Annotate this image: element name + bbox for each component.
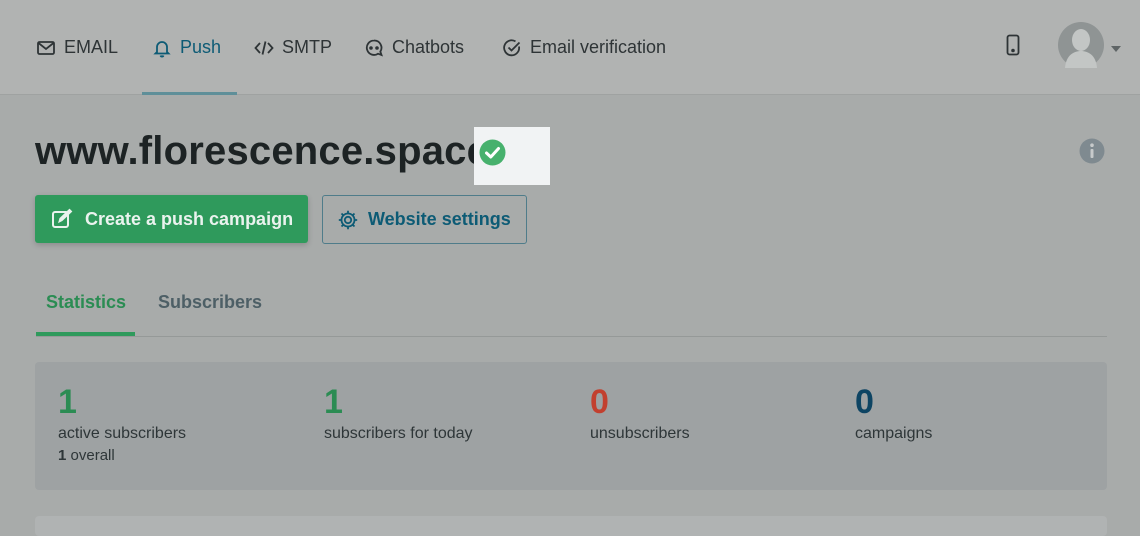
statistics-panel: 1 active subscribers 1 overall 1 subscri… — [35, 362, 1107, 490]
stat-label: subscribers for today — [324, 425, 473, 442]
stat-value: 1 — [324, 383, 343, 421]
info-icon[interactable] — [1079, 138, 1105, 164]
nav-item-label: Email verification — [530, 37, 667, 57]
active-nav-indicator — [142, 92, 237, 95]
nav-item-chatbots[interactable]: Chatbots — [364, 0, 464, 95]
content-card — [35, 516, 1107, 536]
stat-overall: 1 overall — [58, 445, 186, 467]
overall-count: 1 — [58, 447, 67, 464]
edit-icon — [52, 208, 73, 228]
check-circle-icon — [503, 38, 521, 56]
create-push-campaign-button[interactable]: Create a push campaign — [35, 195, 308, 243]
tabs-divider — [36, 336, 1107, 337]
overall-label: overall — [70, 447, 115, 464]
bell-icon — [153, 40, 171, 57]
page-title: www.florescence.space — [35, 129, 490, 173]
stat-unsubscribers: 0 unsubscribers — [590, 382, 690, 445]
stat-active-subscribers: 1 active subscribers 1 overall — [58, 382, 186, 467]
stat-value: 0 — [855, 383, 874, 421]
nav-item-label: Chatbots — [392, 37, 465, 57]
nav-item-email[interactable]: EMAIL — [36, 0, 118, 95]
website-settings-button[interactable]: Website settings — [322, 195, 527, 244]
stat-value: 0 — [590, 383, 609, 421]
stat-label: unsubscribers — [590, 425, 690, 442]
nav-item-push[interactable]: Push — [152, 0, 221, 95]
stat-campaigns: 0 campaigns — [855, 382, 932, 445]
create-push-campaign-label: Create a push campaign — [85, 208, 294, 229]
nav-item-label: SMTP — [282, 37, 333, 57]
verified-check-icon — [479, 139, 506, 166]
stat-label: active subscribers — [58, 425, 187, 442]
gear-icon — [338, 210, 358, 229]
envelope-icon — [37, 40, 55, 55]
nav-item-label: Push — [180, 37, 222, 57]
avatar[interactable] — [1056, 22, 1106, 68]
stat-label: campaigns — [855, 425, 933, 442]
chevron-down-icon[interactable] — [1111, 46, 1121, 52]
nav-item-label: EMAIL — [64, 37, 119, 57]
top-navigation: EMAIL Push SMTP Chatbots Email verificat… — [0, 0, 1140, 95]
code-icon — [254, 40, 274, 55]
website-settings-label: Website settings — [368, 209, 511, 229]
tab-statistics[interactable]: Statistics — [46, 286, 126, 318]
stat-value: 1 — [58, 383, 77, 421]
nav-item-email-verification[interactable]: Email verification — [502, 0, 666, 95]
stat-subscribers-today: 1 subscribers for today — [324, 382, 473, 445]
tab-subscribers[interactable]: Subscribers — [158, 286, 262, 318]
nav-item-smtp[interactable]: SMTP — [254, 0, 332, 95]
mobile-phone-icon[interactable] — [1004, 34, 1022, 56]
chat-icon — [365, 39, 383, 57]
